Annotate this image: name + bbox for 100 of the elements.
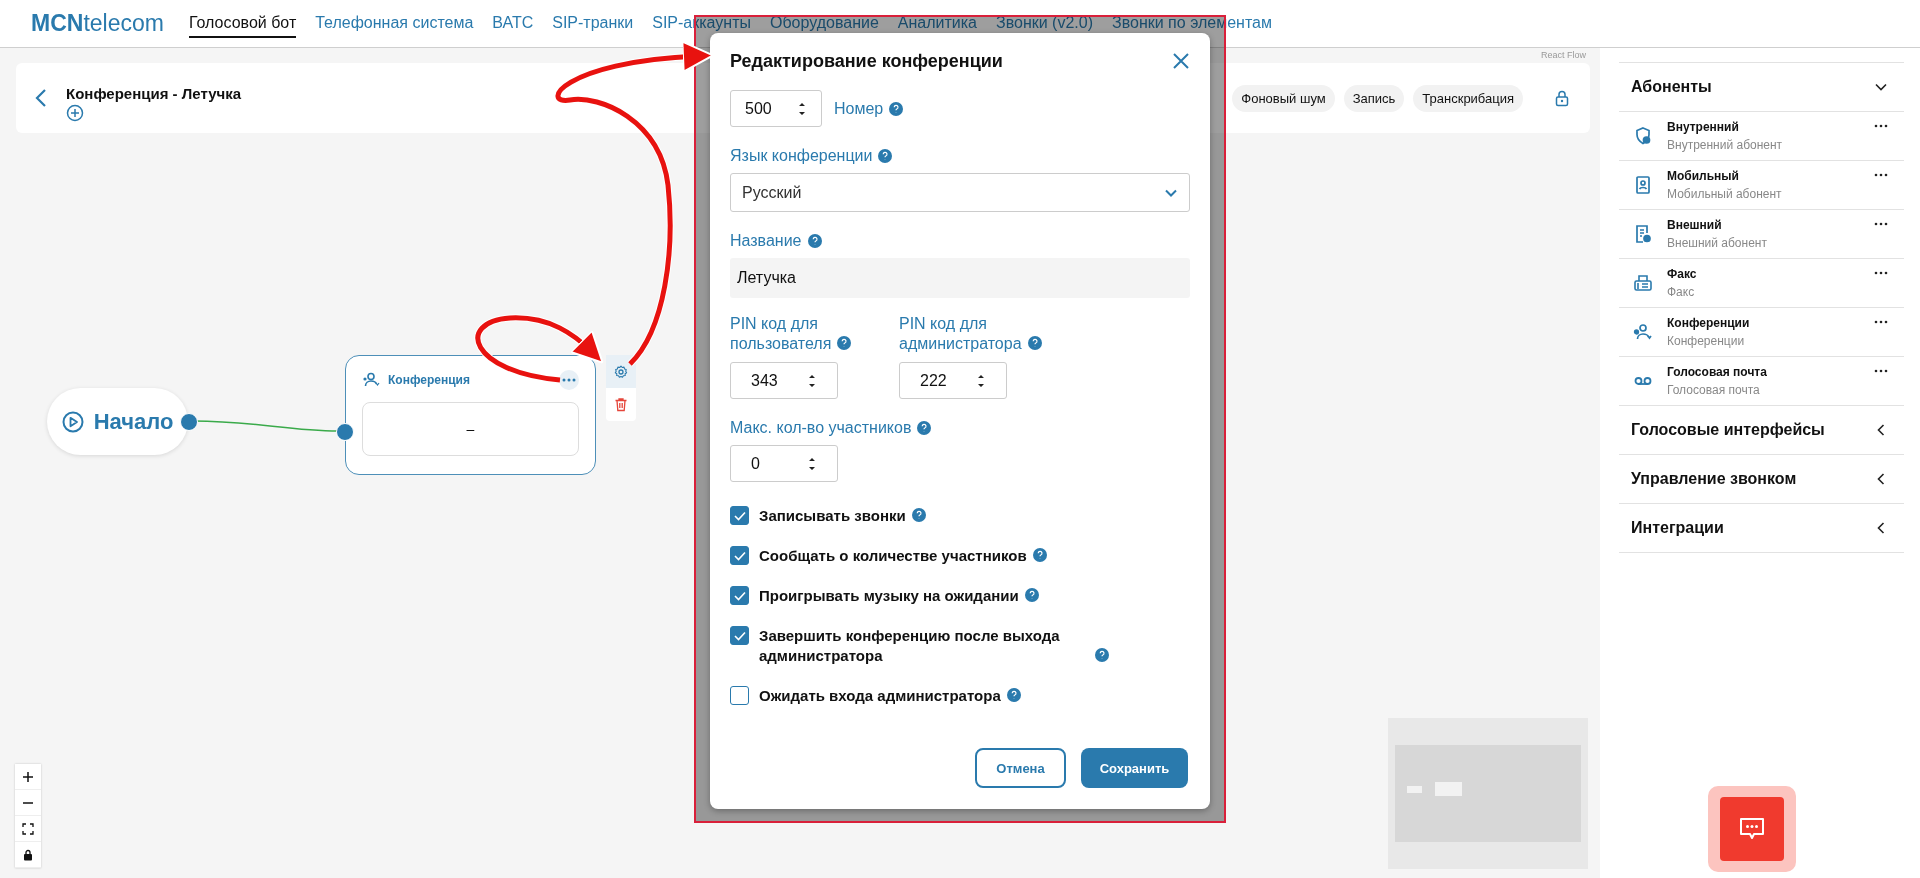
fax-icon	[1633, 273, 1653, 293]
contact-card-icon	[1633, 175, 1653, 195]
minimap-node	[1407, 786, 1422, 793]
fit-view-icon	[22, 822, 34, 835]
checkbox-label: Завершить конференцию после выхода администратора	[759, 626, 1061, 666]
node-label: Начало	[93, 408, 174, 435]
checkbox[interactable]	[730, 506, 749, 525]
close-icon[interactable]	[1172, 52, 1190, 70]
help-icon[interactable]	[1032, 548, 1047, 562]
play-icon	[61, 410, 84, 433]
plus-icon	[22, 770, 34, 783]
document-user-icon	[1633, 224, 1653, 244]
checkbox-label: Проигрывать музыку на ожидании	[759, 586, 1019, 606]
node-value: –	[362, 402, 579, 456]
more-icon[interactable]	[1874, 173, 1888, 177]
checkbox[interactable]	[730, 546, 749, 565]
help-icon[interactable]	[807, 234, 822, 248]
checkbox-label: Записывать звонки	[759, 506, 906, 526]
palette-item[interactable]: Факс Факс	[1619, 258, 1904, 307]
palette-item[interactable]: Внешний Внешний абонент	[1619, 209, 1904, 258]
more-icon	[562, 378, 576, 382]
settings-button[interactable]	[606, 355, 636, 388]
language-select[interactable]: Русский	[730, 173, 1190, 212]
lock-icon	[23, 848, 33, 861]
more-icon[interactable]	[1874, 124, 1888, 128]
chat-button[interactable]	[1708, 786, 1796, 872]
item-subtitle: Внешний абонент	[1667, 236, 1768, 250]
start-node[interactable]: Начало	[47, 388, 188, 455]
section-header[interactable]: Интеграции	[1619, 504, 1904, 552]
add-icon[interactable]	[66, 103, 84, 122]
people-icon	[1633, 322, 1653, 342]
help-icon[interactable]	[878, 149, 893, 163]
check-icon	[732, 549, 747, 562]
nav-tab[interactable]: Телефонная система	[315, 9, 474, 38]
item-subtitle: Конференции	[1667, 334, 1746, 348]
chat-icon	[1739, 817, 1765, 841]
help-icon[interactable]	[911, 508, 926, 522]
conference-node[interactable]: Конференция –	[345, 355, 596, 475]
chevron-down-icon	[1164, 187, 1178, 198]
shield-user-icon	[1633, 126, 1653, 146]
item-title: Внешний	[1667, 218, 1723, 232]
feature-chip[interactable]: Запись	[1343, 84, 1405, 112]
field-label: Название	[730, 232, 802, 250]
nav-tab[interactable]: Голосовой бот	[188, 9, 297, 38]
minimap-node	[1435, 782, 1462, 796]
more-icon[interactable]	[1874, 320, 1888, 324]
checkbox-label: Ожидать входа администратора	[759, 686, 1001, 706]
section-header[interactable]: Голосовые интерфейсы	[1619, 406, 1904, 454]
item-title: Конференции	[1667, 316, 1751, 330]
checkbox[interactable]	[730, 626, 749, 645]
name-input[interactable]: Летучка	[730, 258, 1190, 298]
section-title: Голосовые интерфейсы	[1631, 421, 1825, 439]
more-icon[interactable]	[1874, 222, 1888, 226]
help-icon[interactable]	[889, 101, 904, 116]
watermark-text: React Flow	[1541, 50, 1586, 60]
item-title: Внутренний	[1667, 120, 1740, 134]
lock-icon[interactable]	[1554, 89, 1570, 107]
people-icon	[362, 372, 380, 388]
palette-item[interactable]: Внутренний Внутренний абонент	[1619, 111, 1904, 160]
checkbox[interactable]	[730, 586, 749, 605]
more-button[interactable]	[559, 370, 579, 390]
help-icon[interactable]	[837, 336, 852, 350]
help-icon[interactable]	[1027, 336, 1042, 350]
field-label: PIN код для администратора	[899, 315, 1022, 352]
section-title: Абоненты	[1631, 78, 1712, 96]
field-label: PIN код для пользователя	[730, 315, 832, 352]
help-icon[interactable]	[917, 421, 932, 435]
item-subtitle: Мобильный абонент	[1667, 187, 1783, 201]
cancel-button[interactable]: Отмена	[975, 748, 1066, 788]
save-button[interactable]: Сохранить	[1081, 748, 1188, 788]
palette-item[interactable]: Конференции Конференции	[1619, 307, 1904, 356]
feature-chip[interactable]: Транскрибация	[1413, 84, 1523, 112]
node-title: Конференция	[388, 373, 470, 387]
section-header[interactable]: Управление звонком	[1619, 455, 1904, 503]
item-subtitle: Голосовая почта	[1667, 383, 1761, 397]
field-label: Макс. кол-во участников	[730, 419, 912, 437]
pin-input[interactable]: 343	[730, 362, 838, 399]
connection-handle[interactable]	[336, 423, 354, 441]
back-icon[interactable]	[34, 88, 48, 108]
field-label: Номер	[834, 99, 884, 118]
feature-chip[interactable]: Фоновый шум	[1232, 84, 1335, 112]
section-header[interactable]: Абоненты	[1619, 63, 1904, 111]
number-input[interactable]: 500	[730, 90, 822, 127]
more-icon[interactable]	[1874, 271, 1888, 275]
nav-tab[interactable]: SIP-транки	[552, 9, 634, 38]
more-icon[interactable]	[1874, 369, 1888, 373]
check-icon	[732, 509, 747, 522]
logo: MCNtelecom	[31, 10, 164, 37]
palette-item[interactable]: Мобильный Мобильный абонент	[1619, 160, 1904, 209]
item-subtitle: Внутренний абонент	[1667, 138, 1784, 152]
nav-tab[interactable]: ВАТС	[492, 9, 534, 38]
help-icon[interactable]	[1095, 648, 1109, 662]
checkbox-label: Сообщать о количестве участников	[759, 546, 1027, 566]
checkbox[interactable]	[730, 686, 749, 705]
help-icon[interactable]	[1006, 688, 1021, 702]
pin-input[interactable]: 222	[899, 362, 1007, 399]
help-icon[interactable]	[1024, 588, 1039, 602]
palette-item[interactable]: Голосовая почта Голосовая почта	[1619, 356, 1904, 405]
item-title: Мобильный	[1667, 169, 1740, 183]
number-input[interactable]: 0	[730, 445, 838, 482]
